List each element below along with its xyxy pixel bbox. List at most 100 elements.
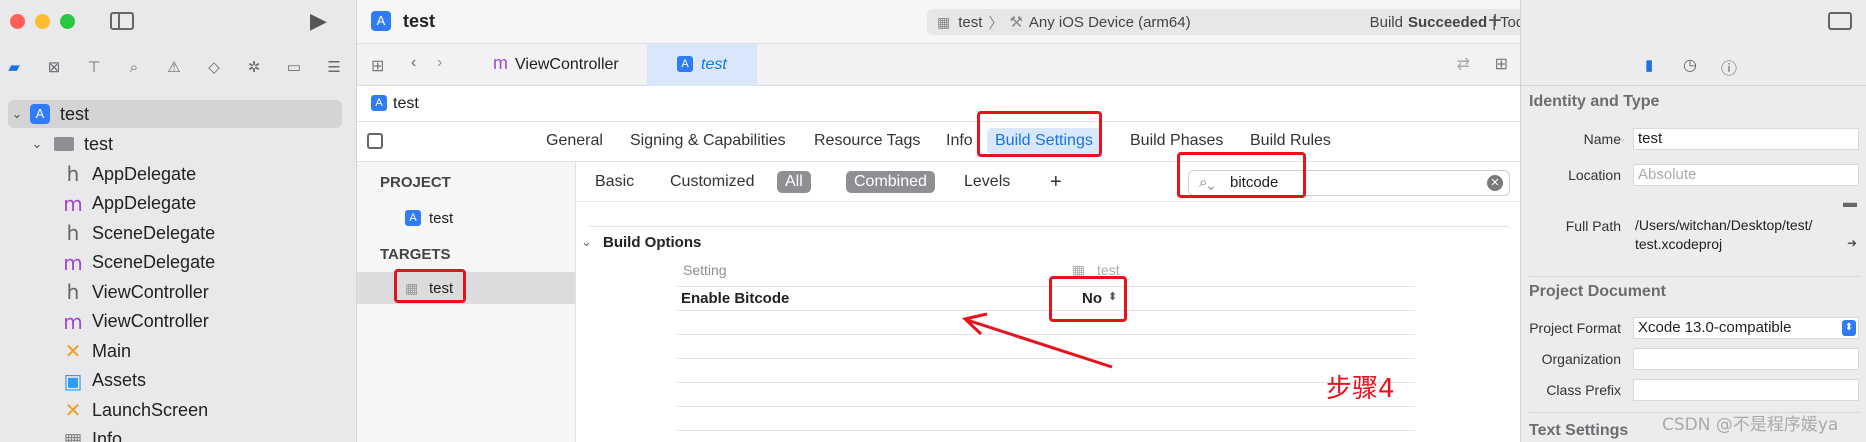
test-navigator-icon[interactable]: ◇ <box>203 56 225 78</box>
destination-name[interactable]: Any iOS Device (arm64) <box>1029 14 1191 31</box>
filter-levels[interactable]: Levels <box>964 171 1010 193</box>
zoom-window-button[interactable] <box>60 14 75 29</box>
tab-viewcontroller[interactable]: m ViewController <box>469 44 624 86</box>
minimize-window-button[interactable] <box>35 14 50 29</box>
tab-signing-capabilities[interactable]: Signing & Capabilities <box>630 132 786 150</box>
highlight-value <box>1049 276 1127 322</box>
inspector-toggle-icon[interactable] <box>1828 12 1852 30</box>
tree-item-file[interactable]: m SceneDelegate <box>8 249 342 277</box>
help-icon[interactable]: ⓘ <box>1721 55 1737 79</box>
scheme-name[interactable]: test <box>958 14 982 31</box>
filter-all[interactable]: All <box>777 171 811 193</box>
tree-item-file[interactable]: h ViewController <box>8 278 342 306</box>
breakpoint-navigator-icon[interactable]: ▭ <box>283 56 305 78</box>
tab-build-rules[interactable]: Build Rules <box>1250 132 1331 150</box>
target-item[interactable]: ▦ test <box>357 272 575 304</box>
jumpbar-project[interactable]: test <box>393 95 419 113</box>
report-navigator-icon[interactable]: ☰ <box>323 56 345 78</box>
fullpath-label: Full Path <box>1565 218 1621 234</box>
tab-resource-tags[interactable]: Resource Tags <box>814 132 920 150</box>
tab-general[interactable]: General <box>546 132 603 150</box>
tab-info[interactable]: Info <box>946 132 973 150</box>
xcode-project-icon: A <box>30 104 50 124</box>
divider <box>1529 276 1859 277</box>
tree-item-file[interactable]: ▦ Info <box>8 426 342 442</box>
tree-item-label: SceneDelegate <box>92 252 216 272</box>
organization-label: Organization <box>1541 351 1621 367</box>
filter-bar: Basic Customized All Combined Levels + ⌕… <box>577 162 1520 202</box>
project-item[interactable]: test <box>429 210 453 227</box>
organization-field[interactable] <box>1633 348 1859 370</box>
row-divider <box>677 382 1415 383</box>
history-icon[interactable]: ◷ <box>1683 55 1697 75</box>
highlight-build-settings <box>977 111 1102 157</box>
tree-item-file[interactable]: m AppDelegate <box>8 190 342 218</box>
setting-row-enable-bitcode[interactable]: Enable Bitcode No ⬍ <box>677 286 1415 310</box>
run-icon[interactable]: ▶ <box>310 8 327 34</box>
tree-item-label: AppDelegate <box>92 193 197 213</box>
folder-navigator-icon[interactable]: ▰ <box>3 56 25 78</box>
tree-item-file[interactable]: ▣ Assets <box>8 367 342 395</box>
annotation-label: 步骤4 <box>1326 374 1395 404</box>
folder-icon <box>54 137 74 151</box>
swap-icon[interactable]: ⇄ <box>1457 54 1470 74</box>
tree-item-file[interactable]: m ViewController <box>8 308 342 336</box>
tree-item-file[interactable]: ✕ Main <box>8 337 342 365</box>
forward-icon[interactable]: › <box>437 54 442 72</box>
tree-item-label: SceneDelegate <box>92 222 216 243</box>
filter-customized[interactable]: Customized <box>670 171 754 193</box>
tree-item-file[interactable]: ✕ LaunchScreen <box>8 396 342 424</box>
tree-item-file[interactable]: h AppDelegate <box>8 160 342 188</box>
location-label: Location <box>1568 167 1621 183</box>
filter-basic[interactable]: Basic <box>595 171 634 193</box>
tree-item-label: test <box>60 103 90 124</box>
location-select[interactable]: Absolute <box>1633 164 1859 186</box>
chevron-down-icon[interactable]: ⌄ <box>8 106 26 122</box>
m-file-icon: m <box>63 191 83 216</box>
tree-item-project[interactable]: ⌄ A test <box>8 100 342 128</box>
reveal-arrow-icon[interactable]: ➜ <box>1847 236 1857 250</box>
filter-combined[interactable]: Combined <box>846 171 935 193</box>
name-label: Name <box>1583 131 1621 147</box>
chevron-down-icon[interactable]: ⌄ <box>581 234 592 250</box>
add-icon[interactable]: + <box>1488 7 1502 35</box>
format-value: Xcode 13.0-compatible <box>1638 319 1792 336</box>
split-editor-icon[interactable]: ⊞ <box>1495 54 1508 74</box>
format-select[interactable]: Xcode 13.0-compatible ⬍ <box>1633 317 1859 339</box>
class-prefix-field[interactable] <box>1633 379 1859 401</box>
targets-panel: PROJECT A test TARGETS ▦ test <box>357 162 576 442</box>
chevron-down-icon[interactable]: ⌄ <box>28 136 46 152</box>
identity-title: Identity and Type <box>1529 93 1660 110</box>
plist-icon: ▦ <box>63 427 83 442</box>
debug-navigator-icon[interactable]: ✲ <box>243 56 265 78</box>
highlight-target <box>394 269 466 303</box>
folder-icon[interactable]: ▬ <box>1843 194 1857 210</box>
fullpath-value-2: test.xcodeproj <box>1635 236 1723 252</box>
source-control-icon[interactable]: ⊠ <box>43 56 65 78</box>
project-document-title: Project Document <box>1529 283 1666 300</box>
build-status: Succeeded <box>1407 13 1488 31</box>
issue-navigator-icon[interactable]: ⚠ <box>163 56 185 78</box>
grid-icon[interactable]: ⊞ <box>371 56 384 76</box>
xcode-project-icon: A <box>677 56 693 72</box>
sidebar-toggle-icon[interactable] <box>367 133 383 149</box>
tab-build-phases[interactable]: Build Phases <box>1130 132 1223 150</box>
tree-item-file[interactable]: h SceneDelegate <box>8 219 342 247</box>
name-field[interactable]: test <box>1633 128 1859 150</box>
sidebar-toggle-icon[interactable] <box>110 12 134 30</box>
tree-item-folder[interactable]: ⌄ test <box>8 130 342 158</box>
back-icon[interactable]: ‹ <box>411 54 416 72</box>
file-inspector-icon[interactable]: ▮ <box>1645 56 1653 74</box>
text-settings-title: Text Settings <box>1529 422 1629 439</box>
symbol-navigator-icon[interactable]: ⊤ <box>83 56 105 78</box>
project-header: PROJECT <box>380 174 451 191</box>
add-setting-button[interactable]: + <box>1050 171 1062 193</box>
tree-item-label: LaunchScreen <box>92 399 209 420</box>
search-navigator-icon[interactable]: ⌕ <box>123 56 145 78</box>
tree-item-label: ViewController <box>92 311 209 331</box>
tree-item-label: test <box>84 133 114 154</box>
row-divider <box>677 310 1415 311</box>
close-window-button[interactable] <box>10 14 25 29</box>
h-file-icon: h <box>66 221 80 245</box>
tab-test[interactable]: A test <box>647 44 757 86</box>
